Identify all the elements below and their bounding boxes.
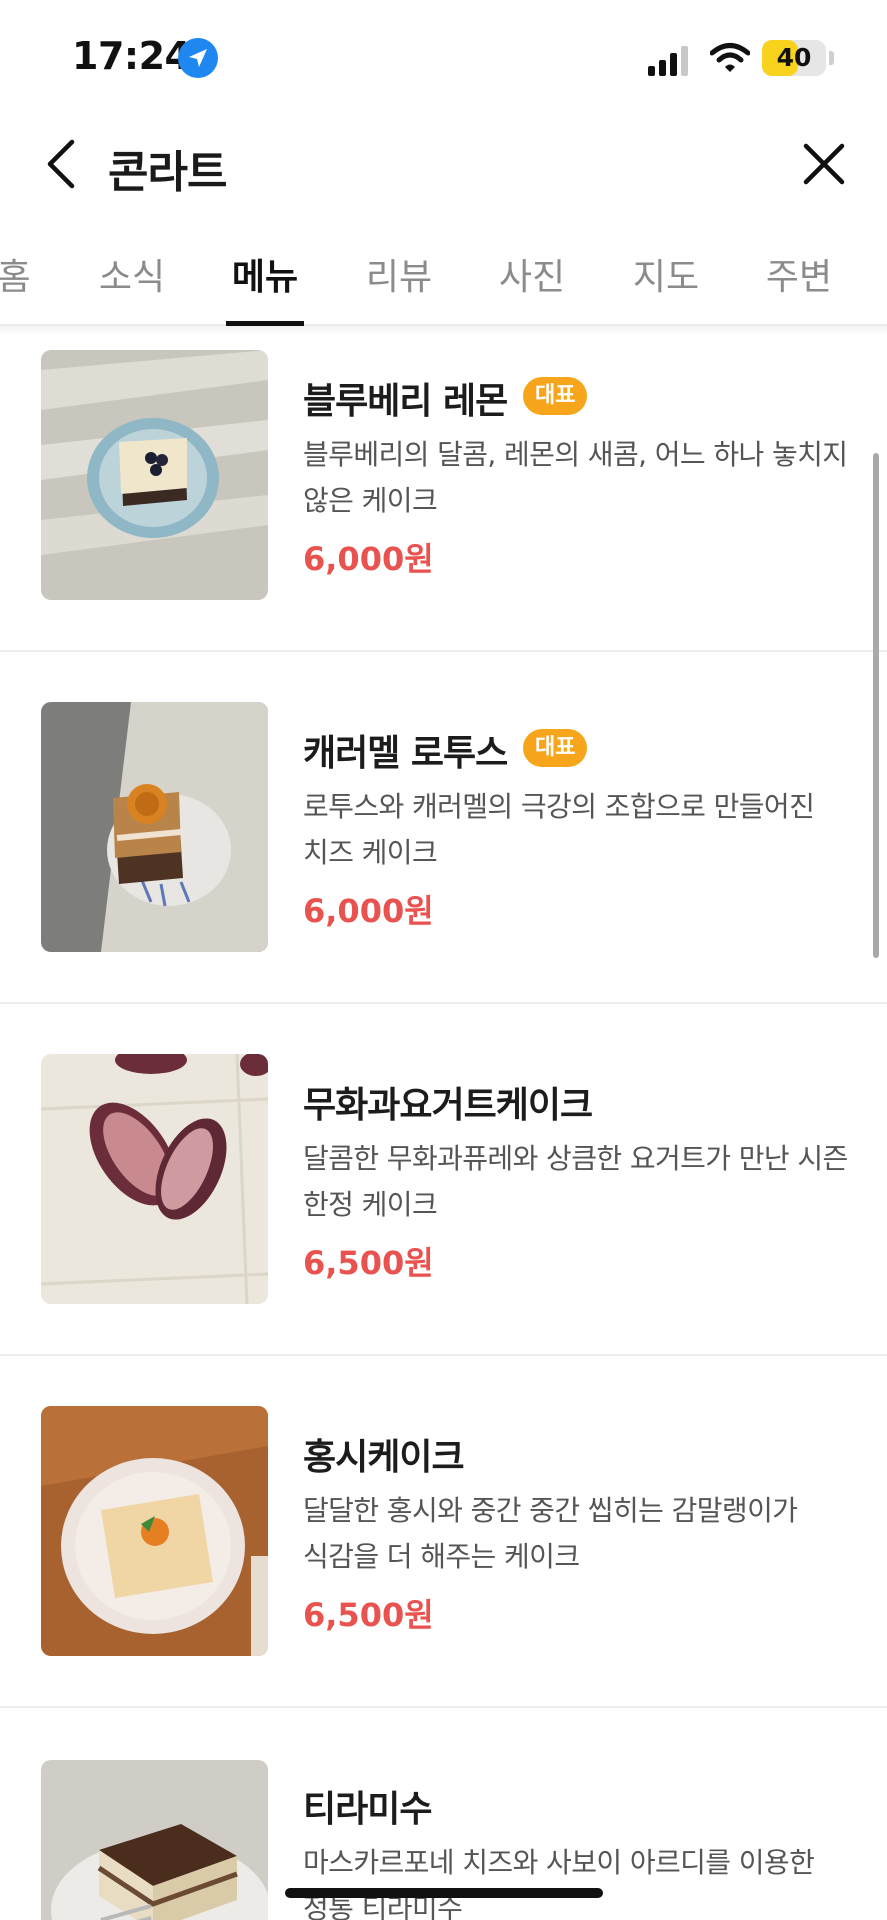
status-bar: 17:24 40 (0, 0, 887, 110)
menu-price: 6,500원 (303, 1596, 434, 1634)
battery-cap (829, 51, 834, 65)
close-icon (803, 143, 845, 185)
home-indicator (285, 1888, 603, 1898)
menu-photo (41, 702, 268, 952)
battery-level: 40 (776, 43, 812, 72)
chevron-left-icon (47, 139, 75, 189)
signature-badge: 대표 (523, 729, 588, 767)
menu-photo (41, 350, 268, 600)
tab-map[interactable]: 지도 (630, 248, 702, 306)
page-title: 콘라트 (108, 147, 227, 198)
menu-description: 로투스와 캐러멜의 극강의 조합으로 만들어진 치즈 케이크 (303, 790, 815, 869)
menu-name: 블루베리 레몬 (303, 381, 508, 422)
menu-description: 달달한 홍시와 중간 중간 씹히는 감말랭이가 식감을 더 해주는 케이크 (303, 1494, 798, 1573)
menu-price: 6,000원 (303, 892, 434, 930)
menu-price: 6,000원 (303, 540, 434, 578)
tab-home[interactable]: 홈 (0, 248, 46, 306)
menu-name: 무화과요거트케이크 (303, 1085, 593, 1126)
tab-menu[interactable]: 메뉴 (229, 248, 301, 306)
tab-news[interactable]: 소식 (96, 248, 168, 306)
tab-nearby[interactable]: 주변 (763, 248, 835, 306)
menu-name: 티라미수 (303, 1789, 432, 1830)
status-time: 17:24 (72, 34, 191, 78)
location-arrow-icon (178, 38, 218, 78)
menu-item-fig-yogurt-cake[interactable]: 무화과요거트케이크 달콤한 무화과퓨레와 상큼한 요거트가 만난 시즌 한정 케… (0, 1004, 887, 1356)
wifi-icon (710, 43, 750, 72)
close-button[interactable] (800, 140, 848, 188)
signature-badge: 대표 (523, 377, 588, 415)
menu-photo (41, 1054, 268, 1304)
header: 콘라트 (0, 120, 887, 208)
menu-price: 6,500원 (303, 1244, 434, 1282)
tab-review[interactable]: 리뷰 (363, 248, 435, 306)
battery-icon: 40 (762, 40, 826, 76)
menu-photo (41, 1760, 268, 1920)
menu-description: 블루베리의 달콤, 레몬의 새콤, 어느 하나 놓치지 않은 케이크 (303, 438, 848, 517)
menu-photo (41, 1406, 268, 1656)
tab-photo[interactable]: 사진 (496, 248, 568, 306)
menu-item-blueberry-lemon[interactable]: 블루베리 레몬 대표 블루베리의 달콤, 레몬의 새콤, 어느 하나 놓치지 않… (0, 300, 887, 652)
menu-item-persimmon-cake[interactable]: 홍시케이크 달달한 홍시와 중간 중간 씹히는 감말랭이가 식감을 더 해주는 … (0, 1356, 887, 1708)
menu-description: 달콤한 무화과퓨레와 상큼한 요거트가 만난 시즌 한정 케이크 (303, 1142, 848, 1221)
signal-icon (648, 46, 688, 76)
back-button[interactable] (42, 136, 82, 192)
screen: 17:24 40 콘라트 홈 소식 메뉴 리뷰 사진 지도 주변 블루베리 레몬… (0, 0, 887, 1920)
scrollbar[interactable] (873, 453, 879, 958)
menu-name: 캐러멜 로투스 (303, 733, 508, 774)
menu-name: 홍시케이크 (303, 1437, 465, 1478)
menu-description: 마스카르포네 치즈와 사보이 아르디를 이용한 정통 티라미수 (303, 1846, 815, 1920)
menu-item-caramel-lotus[interactable]: 캐러멜 로투스 대표 로투스와 캐러멜의 극강의 조합으로 만들어진 치즈 케이… (0, 652, 887, 1004)
